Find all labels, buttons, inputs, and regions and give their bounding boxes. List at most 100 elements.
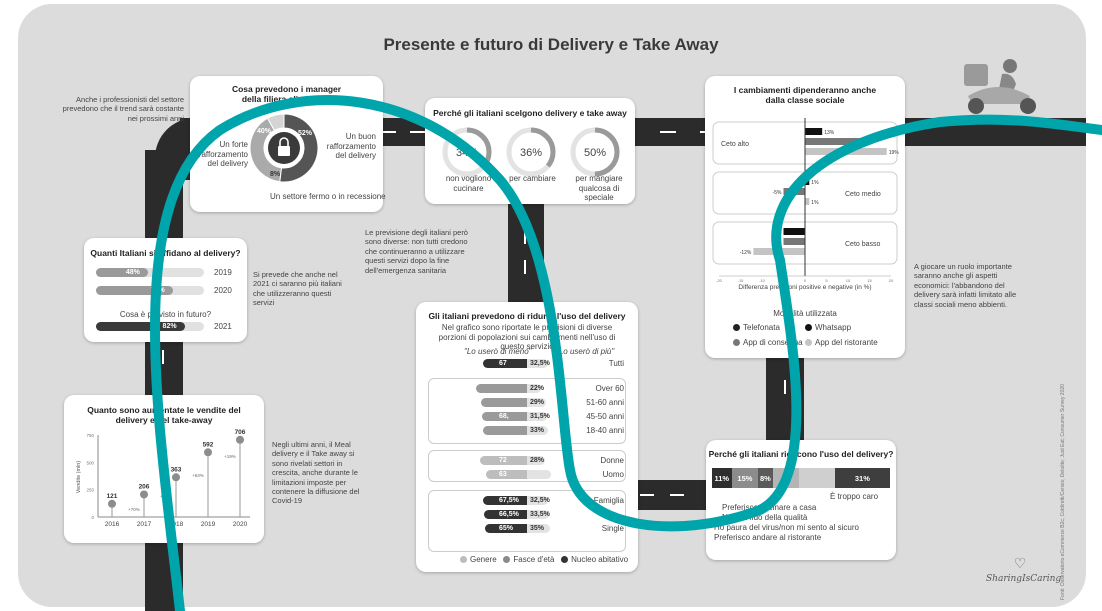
ring-value: 34% (456, 147, 478, 159)
social-bar-value: 1% (811, 200, 819, 206)
social-bar-value: 19% (889, 150, 900, 156)
slice-value-strong: 40% (257, 128, 272, 135)
reduce-segment: 11% (712, 468, 732, 488)
social-bar (805, 178, 810, 185)
lollipop-point (140, 490, 148, 499)
growth-label: +63% (192, 473, 204, 478)
road-dash (524, 230, 526, 244)
ring-value: 50% (584, 147, 606, 159)
future-less-value: 67,5% (499, 497, 519, 504)
future-row-label: Famiglia (593, 496, 624, 505)
road-dash (524, 260, 526, 274)
social-x-tick: 10 (846, 278, 851, 283)
social-bar-value: -5% (773, 240, 782, 246)
trust-year: 2021 (214, 322, 232, 331)
trust-card: Quanti Italiani si affidano al delivery?… (84, 238, 247, 342)
legend-nucleo: Nucleo abitativo (571, 555, 629, 564)
future-less-value: 67 (499, 360, 507, 367)
point-value: 121 (107, 493, 118, 500)
x-tick-label: 2020 (233, 521, 248, 528)
reduce-segment (799, 468, 835, 488)
reasons-title: Perché gli italiani scelgono delivery e … (433, 108, 627, 118)
x-tick-label: 2019 (201, 521, 216, 528)
y-tick-label: 250 (86, 488, 94, 493)
ring-value: 36% (520, 147, 542, 159)
reason-label-3: per mangiare qualcosa di speciale (575, 174, 623, 203)
future-more-value: 31,5% (530, 413, 550, 420)
brand-heart-icon: ♡ (1013, 555, 1027, 571)
road-dash (670, 494, 684, 496)
page-title: Presente e futuro di Delivery e Take Awa… (383, 35, 719, 54)
point-value: 706 (235, 429, 246, 436)
legend-dot-genere (460, 556, 467, 564)
y-tick-label: 500 (86, 460, 94, 465)
managers-card: Cosa prevedono i manager della filiera a… (190, 76, 386, 212)
road-dash (640, 494, 654, 496)
x-tick-label: 2017 (137, 521, 152, 528)
future-less-value: 65% (499, 525, 514, 532)
social-x-tick: 20 (889, 278, 894, 283)
source-text: Fonti: Osservatorio eCommerce B2c; Coldi… (1060, 384, 1066, 600)
reduce-label-5: Preferisco andare al ristorante (714, 533, 822, 542)
slice-label-recession: Un settore fermo o in recessione (270, 192, 386, 201)
future-row-label: Donne (600, 456, 624, 465)
reduce-segment: 8% (758, 468, 773, 488)
social-bar (805, 148, 887, 155)
social-axis-label: Differenza previsioni positive e negativ… (738, 284, 872, 291)
legend-dot-eta (503, 556, 511, 564)
future-bar-less (480, 398, 527, 407)
point-value: 206 (139, 483, 150, 490)
social-bar-value: -5% (773, 190, 782, 196)
sales-chart: 0 250 500 750 Vendite (mln) 121 2016 +70% 206 201… (76, 429, 250, 528)
trust-bar-value: 48% (125, 269, 140, 276)
note-professionals: Anche i professionisti del settore preve… (62, 95, 184, 123)
social-bar-value: 1% (811, 180, 819, 186)
slice-value-recession: 8% (270, 171, 281, 178)
reasons-card: Perché gli italiani scelgono delivery e … (425, 98, 635, 204)
reduce-label-1: È troppo caro (830, 492, 879, 501)
legend-eta: Fasce d'età (513, 555, 555, 564)
future-row-label: Uomo (602, 470, 624, 479)
y-tick-label: 0 (91, 515, 94, 520)
future-card: Gli italiani prevedono di ridurre l'uso … (416, 302, 638, 572)
trust-year: 2019 (214, 268, 232, 277)
future-less-value: 72 (499, 457, 507, 464)
delivery-scooter-icon (964, 59, 1036, 114)
lollipop-point (108, 499, 116, 508)
dot-telefonata (733, 324, 740, 332)
future-bar-less (483, 426, 527, 435)
social-x-tick: -20 (716, 278, 723, 283)
future-more-label: "Lo userò di più" (556, 347, 615, 356)
note-forecast-2021: Si prevede che anche nel 2021 ci saranno… (253, 270, 342, 308)
social-card: I cambiamenti dipenderanno anche dalla c… (705, 76, 905, 358)
future-more-value: 22% (530, 385, 545, 392)
road-dash (162, 350, 164, 364)
point-value: 592 (203, 441, 214, 448)
legend-dot-nucleo (561, 556, 569, 564)
y-tick-label: 750 (86, 433, 94, 438)
legend-app-ristorante: App del ristorante (805, 338, 878, 348)
social-x-tick: 15 (867, 278, 872, 283)
social-category-label: Ceto alto (721, 141, 749, 148)
future-row-label: Single (601, 524, 624, 533)
lollipop-point (236, 435, 244, 444)
social-bar-value: -5% (773, 230, 782, 236)
social-title: I cambiamenti dipenderanno anche dalla c… (733, 85, 877, 106)
legend-genere: Genere (470, 555, 497, 564)
reason-label-1: non vogliono cucinare (445, 174, 492, 193)
note-meal-delivery: Negli ultimi anni, il Meal delivery e il… (272, 440, 360, 506)
social-bar (783, 238, 805, 245)
dot-app-ristorante (805, 339, 812, 347)
future-bar-more (527, 470, 552, 479)
future-more-value: 33% (530, 427, 545, 434)
social-bar (805, 138, 861, 145)
future-more-value: 32,5% (530, 497, 550, 504)
future-row-label: 45-50 anni (586, 412, 624, 421)
future-bar-less (476, 384, 527, 393)
legend-telefonata: Telefonata (733, 323, 780, 333)
growth-label: +76% (160, 494, 172, 499)
slice-label-strong: Un forte rafforzamento del delivery (198, 140, 248, 169)
future-row-label: Over 60 (595, 384, 624, 393)
note-economic: A giocare un ruolo importante saranno an… (914, 262, 1017, 309)
social-bar-value: 13% (824, 130, 835, 136)
